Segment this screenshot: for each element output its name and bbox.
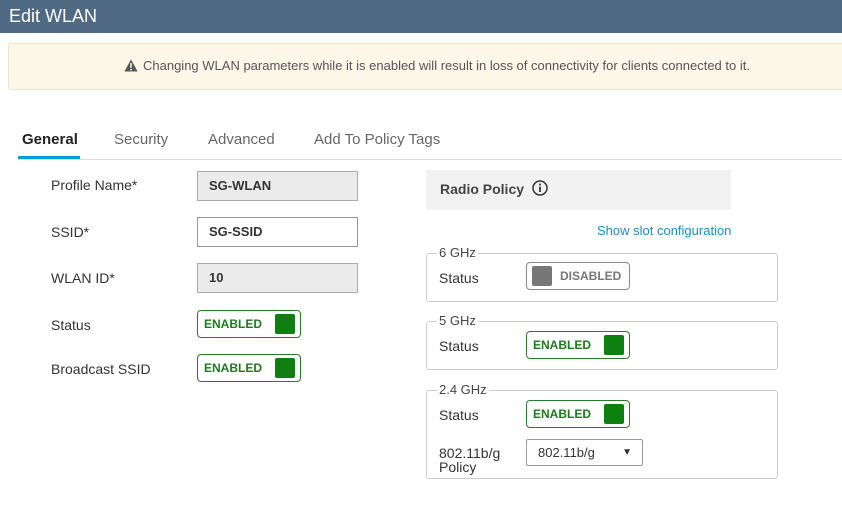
ssid-label: SSID* [51,224,90,240]
profile-name-field[interactable]: SG-WLAN [197,171,358,201]
wlan-id-label: WLAN ID* [51,270,115,286]
active-tab-indicator [18,156,80,159]
tab-add-to-policy-tags[interactable]: Add To Policy Tags [314,131,440,148]
broadcast-ssid-label: Broadcast SSID [51,361,151,377]
warning-banner: Changing WLAN parameters while it is ena… [8,43,842,90]
warning-text: Changing WLAN parameters while it is ena… [143,58,750,73]
show-slot-configuration-link[interactable]: Show slot configuration [597,223,731,238]
status-toggle[interactable]: ENABLED [197,310,301,338]
band-24ghz-legend: 2.4 GHz [437,382,489,397]
band-6ghz-toggle-label: DISABLED [560,269,622,283]
band-6ghz-legend: 6 GHz [437,245,478,260]
toggle-knob [532,266,552,286]
radio-policy-header: Radio Policy [426,170,731,210]
warning-icon [124,59,138,72]
radio-policy-title: Radio Policy [440,181,525,197]
toggle-knob [604,404,624,424]
radio-policy-select-value: 802.11b/g [538,445,595,460]
radio-policy-select[interactable]: 802.11b/g ▼ [526,439,643,466]
radio-policy-label-line2: Policy [439,459,477,475]
status-label: Status [51,317,91,333]
broadcast-ssid-toggle-label: ENABLED [204,361,263,375]
band-6ghz-status-label: Status [439,270,479,286]
chevron-down-icon: ▼ [622,447,632,458]
toggle-knob [275,358,295,378]
status-toggle-label: ENABLED [204,317,263,331]
broadcast-ssid-toggle[interactable]: ENABLED [197,354,301,382]
tab-bar: General Security Advanced Add To Policy … [18,122,842,160]
info-icon[interactable] [532,180,548,196]
band-5ghz-status-toggle[interactable]: ENABLED [526,331,630,359]
band-24ghz-status-toggle[interactable]: ENABLED [526,400,630,428]
ssid-field[interactable]: SG-SSID [197,217,358,247]
toggle-knob [275,314,295,334]
tab-general[interactable]: General [22,131,78,148]
profile-name-label: Profile Name* [51,177,138,193]
band-6ghz-status-toggle[interactable]: DISABLED [526,262,630,290]
page-title: Edit WLAN [9,6,98,26]
band-24ghz-status-label: Status [439,407,479,423]
tab-security[interactable]: Security [114,131,168,148]
page-header: Edit WLAN [0,0,842,33]
band-5ghz-status-label: Status [439,338,479,354]
wlan-id-field[interactable]: 10 [197,263,358,293]
radio-policy-label: 802.11b/g Policy [439,446,500,474]
toggle-knob [604,335,624,355]
band-24ghz-toggle-label: ENABLED [533,407,592,421]
band-5ghz-toggle-label: ENABLED [533,338,592,352]
band-5ghz-legend: 5 GHz [437,313,478,328]
tab-advanced[interactable]: Advanced [208,131,275,148]
